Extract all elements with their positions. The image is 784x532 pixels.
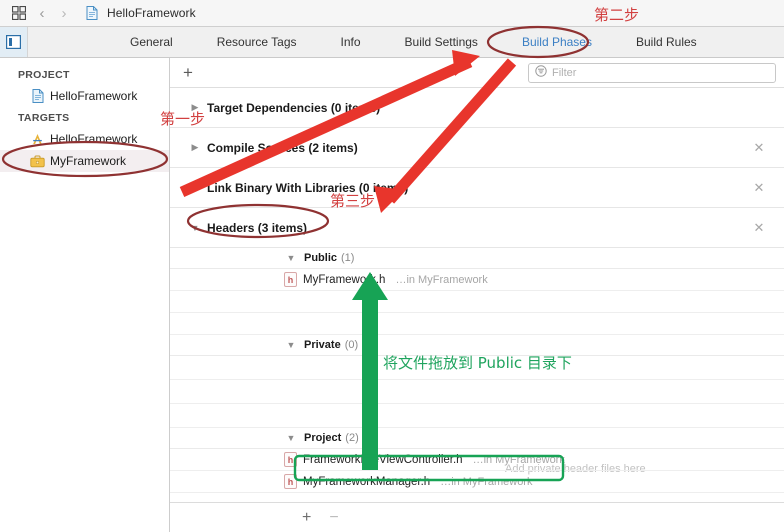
phase-title: Target Dependencies (0 items) bbox=[207, 100, 381, 115]
section-count: (2) bbox=[345, 432, 359, 444]
chevron-down-icon[interactable]: ▼ bbox=[284, 251, 298, 265]
phase-footer-toolbar: + − bbox=[170, 502, 784, 532]
chevron-right-icon[interactable]: ▶ bbox=[188, 101, 202, 115]
file-name: MyFrameworkManager.h bbox=[303, 475, 431, 488]
tab-build-settings[interactable]: Build Settings bbox=[383, 27, 500, 58]
add-build-phase-button[interactable]: + bbox=[176, 61, 200, 85]
sidebar-item-myframework-target[interactable]: MyFramework bbox=[0, 150, 169, 172]
breadcrumb[interactable]: HelloFramework bbox=[107, 6, 196, 20]
forward-chevron-icon[interactable]: › bbox=[54, 3, 74, 23]
phase-target-dependencies[interactable]: ▶ Target Dependencies (0 items) bbox=[170, 88, 784, 128]
tab-build-phases[interactable]: Build Phases bbox=[500, 27, 614, 58]
tab-build-rules[interactable]: Build Rules bbox=[614, 27, 719, 58]
header-file-icon: h bbox=[284, 452, 297, 467]
grid-panel-icon[interactable] bbox=[8, 3, 30, 23]
xcode-window: ‹ › HelloFramework General Resource Tags… bbox=[0, 0, 784, 532]
tab-resource-tags[interactable]: Resource Tags bbox=[195, 27, 319, 58]
file-location: …in MyFramework bbox=[472, 453, 565, 466]
tab-info[interactable]: Info bbox=[319, 27, 383, 58]
list-item[interactable]: h FrameworkFileViewController.h …in MyFr… bbox=[170, 449, 784, 471]
chevron-down-icon[interactable]: ▼ bbox=[284, 338, 298, 352]
back-chevron-icon[interactable]: ‹ bbox=[32, 3, 52, 23]
headers-section-project[interactable]: ▼ Project (2) bbox=[170, 428, 784, 449]
editor-tab-bar: General Resource Tags Info Build Setting… bbox=[0, 27, 784, 58]
framework-target-icon bbox=[30, 154, 45, 169]
window-toolbar: ‹ › HelloFramework bbox=[0, 0, 784, 27]
file-location: …in MyFramework bbox=[395, 273, 488, 286]
section-count: (0) bbox=[344, 339, 359, 351]
file-name: MyFramework.h bbox=[303, 273, 386, 286]
build-phases-editor: + Filter ▶ Target Dependencies (0 items) bbox=[170, 58, 784, 532]
sidebar-item-helloframework-target[interactable]: HelloFramework bbox=[0, 128, 169, 150]
headers-section-public[interactable]: ▼ Public (1) bbox=[170, 248, 784, 269]
sidebar-group-project: PROJECT bbox=[18, 69, 70, 81]
chevron-right-icon[interactable]: ▶ bbox=[188, 181, 202, 195]
empty-drop-row[interactable]: Add private header files here bbox=[170, 380, 784, 475]
phase-link-binary-with-libraries[interactable]: ▶ Link Binary With Libraries (0 items) ✕ bbox=[170, 168, 784, 208]
remove-file-button[interactable]: − bbox=[329, 509, 338, 526]
close-icon[interactable]: ✕ bbox=[752, 180, 766, 195]
close-icon[interactable]: ✕ bbox=[752, 220, 766, 235]
filter-icon bbox=[535, 64, 547, 82]
phase-title: Headers (3 items) bbox=[207, 220, 308, 235]
sidebar-item-label: MyFramework bbox=[50, 154, 127, 168]
list-item[interactable]: h MyFramework.h …in MyFramework bbox=[170, 269, 784, 291]
phase-compile-sources[interactable]: ▶ Compile Sources (2 items) ✕ bbox=[170, 128, 784, 168]
chevron-down-icon[interactable]: ▼ bbox=[284, 431, 298, 445]
file-location: …in MyFramework bbox=[440, 475, 533, 488]
section-title: Project bbox=[304, 432, 342, 444]
section-title: Private bbox=[304, 339, 341, 351]
phase-list: ▶ Target Dependencies (0 items) ▶ Compil… bbox=[170, 88, 784, 502]
empty-drop-row[interactable] bbox=[170, 313, 784, 335]
sidebar-group-targets: TARGETS bbox=[18, 112, 70, 124]
sidebar-item-helloframework-project[interactable]: HelloFramework bbox=[0, 85, 169, 107]
list-item[interactable]: h MyFrameworkManager.h …in MyFramework bbox=[170, 471, 784, 493]
section-title: Public bbox=[304, 252, 338, 264]
close-icon[interactable]: ✕ bbox=[752, 140, 766, 155]
phase-headers[interactable]: ▼ Headers (3 items) ✕ bbox=[170, 208, 784, 248]
filter-input[interactable]: Filter bbox=[528, 63, 776, 83]
chevron-right-icon[interactable]: ▶ bbox=[188, 141, 202, 155]
headers-section-private[interactable]: ▼ Private (0) bbox=[170, 335, 784, 356]
phase-title: Link Binary With Libraries (0 items) bbox=[207, 180, 409, 195]
phase-title: Compile Sources (2 items) bbox=[207, 140, 358, 155]
header-file-icon: h bbox=[284, 272, 297, 287]
app-target-icon bbox=[30, 132, 45, 147]
navigator-toggle-icon[interactable] bbox=[0, 27, 28, 57]
chevron-down-icon[interactable]: ▼ bbox=[188, 221, 202, 235]
empty-drop-row[interactable] bbox=[170, 291, 784, 313]
sidebar-item-label: HelloFramework bbox=[50, 132, 138, 146]
filter-placeholder: Filter bbox=[552, 67, 577, 79]
file-name: FrameworkFileViewController.h bbox=[303, 453, 463, 466]
tab-list: General Resource Tags Info Build Setting… bbox=[28, 27, 784, 58]
build-phases-toolbar: + Filter bbox=[170, 58, 784, 88]
document-icon bbox=[82, 3, 102, 23]
tab-general[interactable]: General bbox=[108, 27, 195, 58]
project-document-icon bbox=[30, 89, 45, 104]
header-file-icon: h bbox=[284, 474, 297, 489]
empty-drop-row[interactable] bbox=[170, 356, 784, 380]
section-count: (1) bbox=[341, 252, 355, 264]
sidebar-item-label: HelloFramework bbox=[50, 89, 138, 103]
add-file-button[interactable]: + bbox=[302, 509, 311, 526]
empty-drop-row[interactable] bbox=[170, 404, 784, 428]
project-target-sidebar: PROJECT HelloFramework TARGETS HelloFram… bbox=[0, 58, 170, 532]
